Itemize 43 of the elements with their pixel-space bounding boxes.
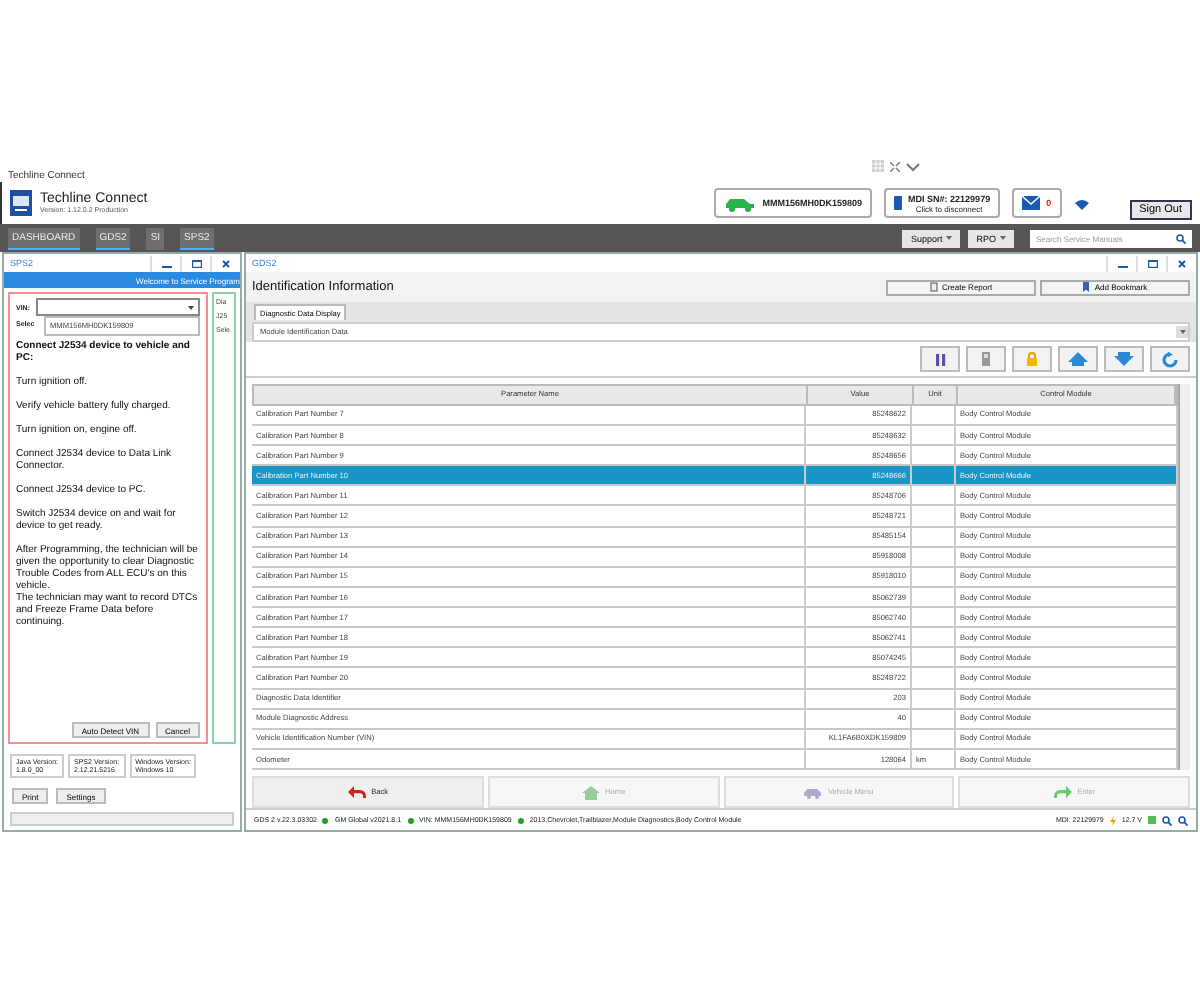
search-icon [1176,233,1186,243]
zoom-out-icon[interactable] [1178,815,1188,825]
envelope-icon [1022,196,1041,210]
logo-icon [10,190,32,216]
caret-icon [1000,236,1006,240]
handset-icon [980,352,992,366]
close-icon [222,259,230,267]
car-icon [724,195,757,211]
close-icon [1178,259,1186,267]
zoom-in-icon[interactable] [1162,815,1172,825]
vin-dropdown[interactable] [36,298,200,316]
forward-arrow-icon [1053,785,1072,799]
report-icon [929,282,938,292]
back-arrow-icon [347,785,366,799]
house-icon [581,785,600,799]
pause-button[interactable] [920,346,960,372]
scrollbar[interactable] [1178,384,1190,770]
down-arrow-icon [1114,352,1134,366]
caret-icon [188,305,194,309]
caret-icon [1179,330,1185,334]
maximize-icon [1147,259,1157,267]
scroll-down-button[interactable] [1104,346,1144,372]
pause-icon [933,353,947,365]
device-icon [894,196,903,210]
status-dot [517,817,524,823]
scroll-up-button[interactable] [1058,346,1098,372]
device-button[interactable] [966,346,1006,372]
bookmark-icon [1082,282,1091,292]
car-icon [803,785,822,799]
maximize-icon [191,259,201,267]
lock-icon [1026,352,1038,366]
battery-icon [1148,816,1156,824]
refresh-button[interactable] [1150,346,1190,372]
refresh-icon [1162,351,1178,367]
caret-icon [946,236,953,240]
wifi-icon [1073,197,1090,209]
status-dot [407,817,414,823]
chevron-down-icon[interactable] [906,161,920,171]
lightning-icon [1109,815,1116,825]
status-dot [322,817,329,823]
scrollbar[interactable] [10,812,234,826]
expand-icon[interactable] [890,161,900,171]
up-arrow-icon [1068,352,1088,366]
